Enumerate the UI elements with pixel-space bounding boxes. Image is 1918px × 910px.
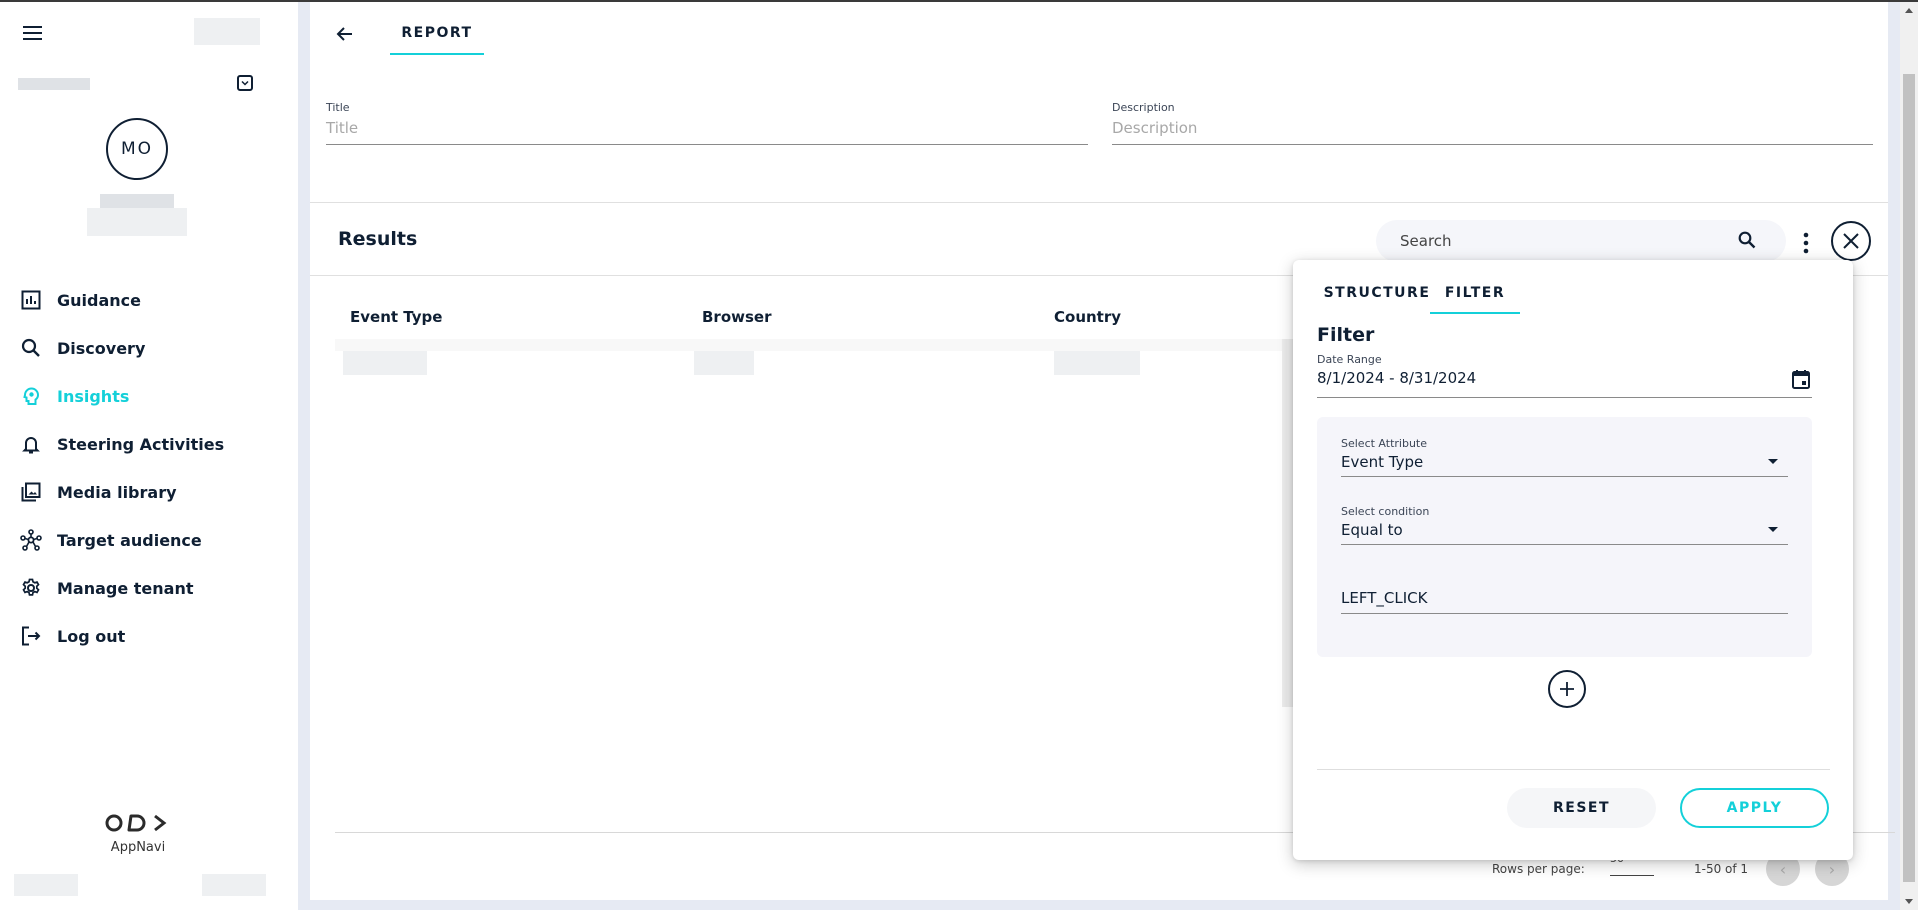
- plus-icon: [1560, 682, 1574, 696]
- gear-icon: [20, 577, 42, 599]
- scrollbar-thumb[interactable]: [1903, 74, 1915, 882]
- tab-filter[interactable]: FILTER: [1430, 272, 1520, 314]
- sidebar-item-media-library[interactable]: Media library: [0, 468, 298, 516]
- back-button[interactable]: [334, 23, 356, 45]
- date-range-label: Date Range: [1317, 353, 1382, 366]
- hamburger-icon[interactable]: [23, 26, 42, 40]
- sidebar-item-target-audience[interactable]: Target audience: [0, 516, 298, 564]
- sidebar-item-steering-activities[interactable]: Steering Activities: [0, 420, 298, 468]
- image-library-icon: [20, 481, 42, 503]
- column-header-country[interactable]: Country: [1054, 308, 1121, 326]
- sidebar-item-log-out[interactable]: Log out: [0, 612, 298, 660]
- sidebar-item-label: Discovery: [57, 338, 146, 358]
- filter-value-input[interactable]: LEFT_CLICK: [1341, 589, 1788, 614]
- network-icon: [20, 529, 42, 551]
- redacted-cell-event-type: [343, 351, 427, 375]
- sidebar-item-manage-tenant[interactable]: Manage tenant: [0, 564, 298, 612]
- redacted-footer-right: [202, 874, 266, 896]
- search-icon[interactable]: [1738, 231, 1756, 253]
- add-condition-button[interactable]: [1548, 670, 1586, 708]
- sidebar-nav: Guidance Discovery Insights Steering Act…: [0, 276, 298, 660]
- title-input[interactable]: Title: [326, 119, 1088, 145]
- select-condition-dropdown[interactable]: Select condition Equal to: [1341, 505, 1788, 545]
- apply-button[interactable]: APPLY: [1680, 788, 1829, 828]
- redacted-footer-left: [14, 874, 78, 896]
- search-icon: [20, 337, 42, 359]
- more-options-icon[interactable]: [1798, 230, 1814, 256]
- window-top-border: [0, 0, 1918, 2]
- section-divider: [310, 202, 1888, 203]
- description-input[interactable]: Description: [1112, 119, 1873, 145]
- filter-condition-group: Select Attribute Event Type Select condi…: [1317, 417, 1812, 657]
- column-header-event-type[interactable]: Event Type: [350, 308, 442, 326]
- chevron-right-icon: ›: [1828, 859, 1836, 879]
- rows-per-page-label: Rows per page:: [1492, 862, 1585, 876]
- search-input[interactable]: Search: [1376, 220, 1786, 262]
- close-button[interactable]: [1831, 221, 1871, 261]
- sidebar-item-label: Guidance: [57, 290, 141, 310]
- column-header-browser[interactable]: Browser: [702, 308, 772, 326]
- redacted-user-name: [100, 194, 174, 208]
- sidebar-item-guidance[interactable]: Guidance: [0, 276, 298, 324]
- bar-chart-icon: [20, 289, 42, 311]
- redacted-user-info: [194, 18, 260, 45]
- bell-icon: [20, 433, 42, 455]
- title-label: Title: [326, 101, 350, 114]
- appnavi-logo: AppNavi: [103, 812, 173, 855]
- results-title: Results: [338, 228, 418, 250]
- scroll-up-arrow-icon[interactable]: [1905, 8, 1913, 13]
- redacted-cell-browser: [694, 351, 754, 375]
- sidebar-item-discovery[interactable]: Discovery: [0, 324, 298, 372]
- table-row[interactable]: [335, 339, 1295, 351]
- redacted-tenant-name: [18, 78, 90, 90]
- chevron-down-icon: [241, 80, 249, 86]
- panel-footer-divider: [1317, 769, 1830, 770]
- page-scrollbar[interactable]: [1900, 2, 1918, 910]
- redacted-user-email: [87, 208, 187, 236]
- select-attribute-dropdown[interactable]: Select Attribute Event Type: [1341, 437, 1788, 477]
- tab-structure[interactable]: STRUCTURE: [1317, 272, 1437, 314]
- chevron-left-icon: ‹: [1779, 859, 1787, 879]
- description-label: Description: [1112, 101, 1175, 114]
- tenant-dropdown-toggle[interactable]: [237, 75, 253, 91]
- description-field[interactable]: Description Description: [1112, 101, 1873, 145]
- redacted-cell-country: [1054, 351, 1140, 375]
- sidebar: MO Guidance Discovery Insights Steering: [0, 0, 298, 910]
- caret-down-icon: [1768, 459, 1778, 464]
- tab-report[interactable]: REPORT: [390, 10, 484, 55]
- sidebar-item-insights[interactable]: Insights: [0, 372, 298, 420]
- select-attribute-value: Event Type: [1341, 453, 1424, 471]
- brain-head-icon: [20, 385, 42, 407]
- pagination-range: 1-50 of 1: [1694, 862, 1749, 876]
- caret-down-icon: [1768, 527, 1778, 532]
- filter-heading: Filter: [1317, 324, 1375, 346]
- sidebar-item-label: Insights: [57, 386, 130, 406]
- search-placeholder: Search: [1400, 232, 1452, 250]
- sidebar-item-label: Manage tenant: [57, 578, 194, 598]
- date-range-field[interactable]: Date Range 8/1/2024 - 8/31/2024: [1317, 353, 1812, 398]
- calendar-icon[interactable]: [1792, 369, 1810, 393]
- sidebar-item-label: Media library: [57, 482, 177, 502]
- close-icon: [1843, 233, 1859, 249]
- appnavi-logo-icon: [105, 814, 167, 832]
- sidebar-item-label: Target audience: [57, 530, 202, 550]
- arrow-left-icon: [336, 27, 352, 41]
- avatar[interactable]: MO: [106, 118, 168, 180]
- select-condition-value: Equal to: [1341, 521, 1403, 539]
- reset-button[interactable]: RESET: [1507, 788, 1656, 828]
- date-range-value: 8/1/2024 - 8/31/2024: [1317, 369, 1477, 387]
- scroll-down-arrow-icon[interactable]: [1905, 899, 1913, 904]
- select-condition-label: Select condition: [1341, 505, 1430, 518]
- title-field[interactable]: Title Title: [326, 101, 1088, 145]
- sidebar-item-label: Steering Activities: [57, 434, 225, 454]
- select-attribute-label: Select Attribute: [1341, 437, 1428, 450]
- filter-panel: STRUCTURE FILTER Filter Date Range 8/1/2…: [1293, 260, 1853, 860]
- logout-icon: [20, 625, 42, 647]
- logo-text: AppNavi: [110, 840, 166, 855]
- sidebar-item-label: Log out: [57, 626, 126, 646]
